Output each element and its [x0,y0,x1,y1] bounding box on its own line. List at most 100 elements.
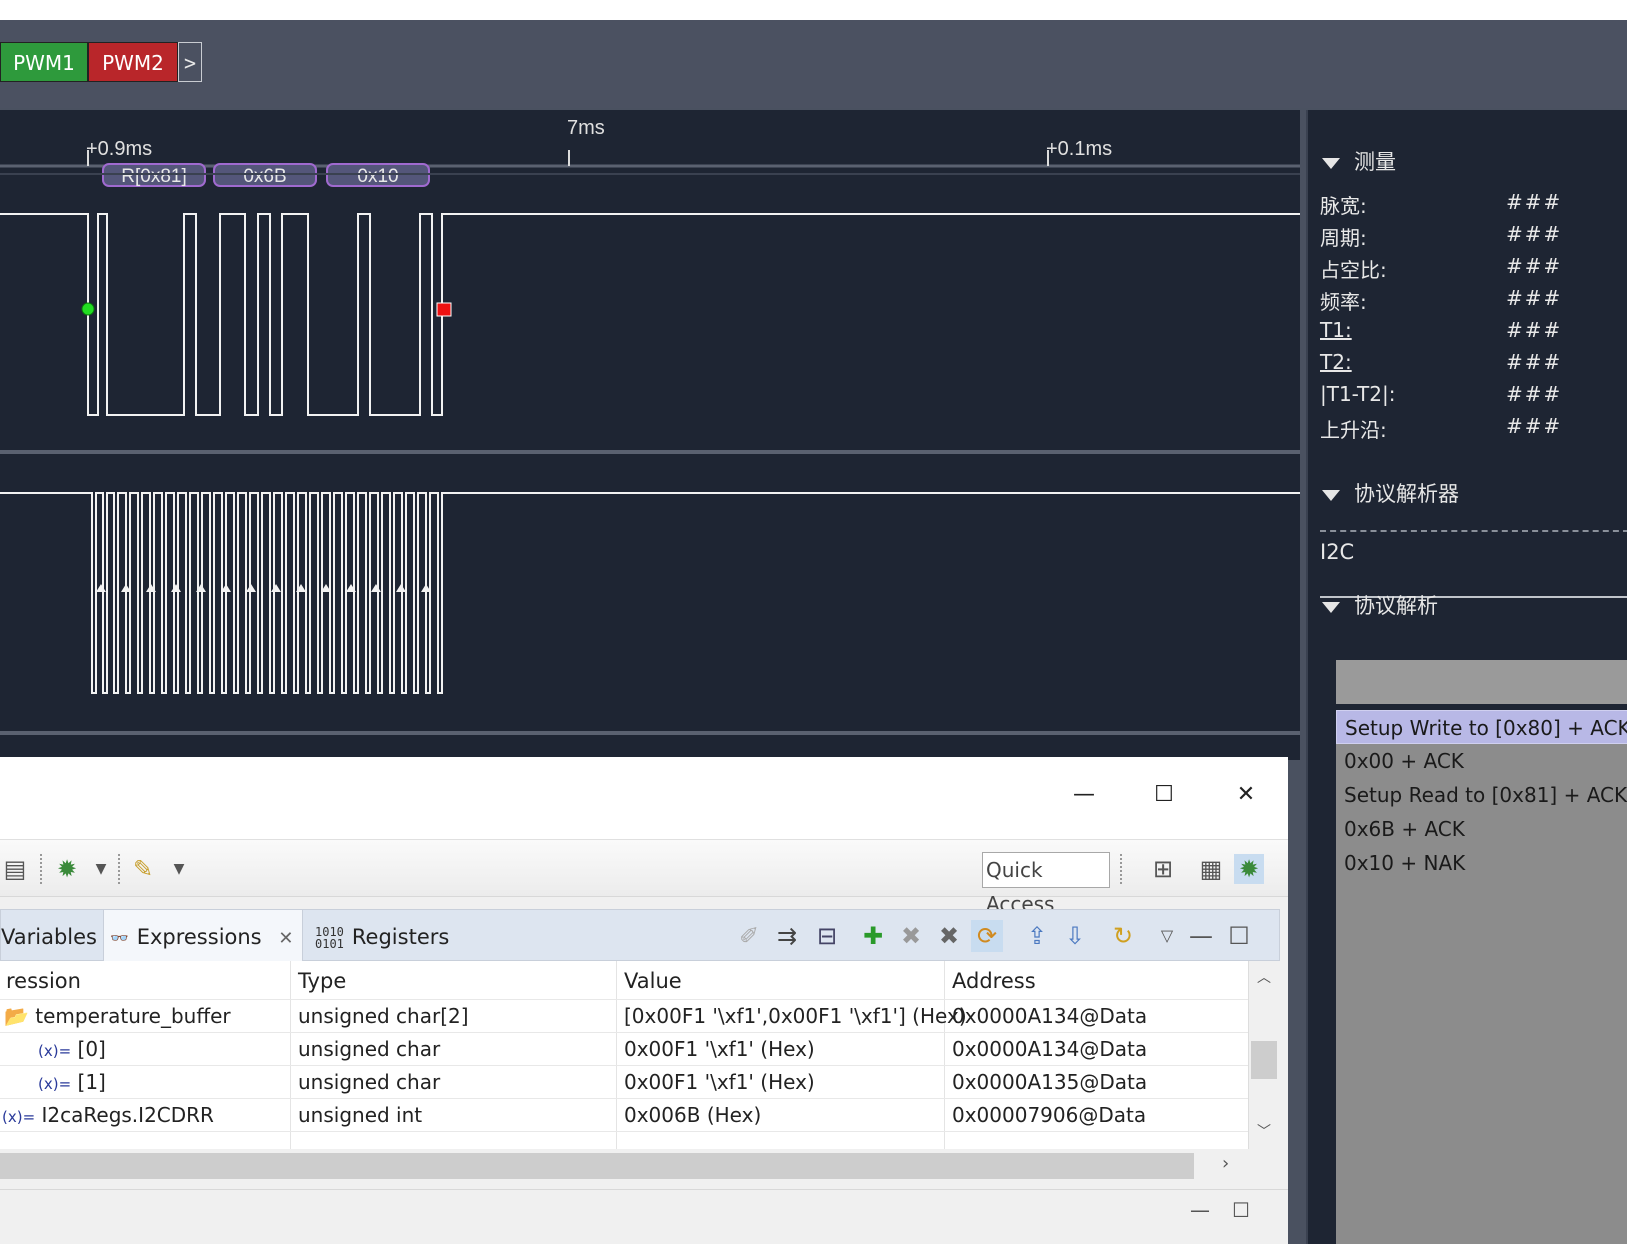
scroll-down-icon[interactable]: ﹀ [1257,1121,1271,1141]
continuous-refresh-icon[interactable]: ⟳ [971,920,1003,952]
collapse-all-icon[interactable]: ⊟ [811,920,843,952]
value-cell[interactable]: 0x00F1 '\xf1' (Hex) [618,1033,815,1065]
collapse-triangle-icon[interactable] [1322,489,1340,501]
dropdown-arrow-icon[interactable]: ▼ [86,854,116,884]
main-toolbar: ▤ ✹ ▼ ✎ ▼ Quick Access ⊞ ▦ ✹ [0,839,1288,916]
scroll-up-icon[interactable]: ︿ [1257,967,1271,987]
table-row[interactable]: (x)= I2caRegs.I2CDRR unsigned int 0x006B… [0,1098,1262,1130]
decode-label-3: 0x10 [357,166,398,187]
channel-bar [0,20,1627,108]
top-strip [0,0,1627,20]
scroll-right-icon[interactable]: › [1222,1153,1229,1174]
minimize-view-icon[interactable]: — [1185,920,1217,952]
horizontal-scroll-thumb[interactable] [0,1153,1194,1179]
expressions-table[interactable]: ression Type Value Address 📂 temperature… [0,961,1262,1149]
variable-icon: (x)= [2,1108,36,1126]
maximize-button[interactable]: ☐ [1144,779,1184,811]
ide-titlebar[interactable]: — ☐ ✕ [0,757,1288,839]
cursor-2-marker[interactable] [436,302,452,317]
ccs-debug-perspective-icon[interactable]: ✹ [1234,854,1264,884]
list-item[interactable]: 0x6B + ACK [1336,812,1627,846]
analysis-header[interactable]: 协议解析 [1322,590,1438,620]
table-row[interactable]: (x)= [1] unsigned char 0x00F1 '\xf1' (He… [0,1065,1262,1097]
debug-bug-icon[interactable]: ✹ [52,854,82,884]
close-button[interactable]: ✕ [1226,779,1266,811]
toolbar-separator [118,854,120,884]
list-item[interactable]: 0x10 + NAK [1336,846,1627,880]
value-cell[interactable]: [0x00F1 '\xf1',0x00F1 '\xf1'] (Hex) [618,1000,967,1032]
open-perspective-icon[interactable]: ⊞ [1148,854,1178,884]
waveform-canvas[interactable]: +0.9ms 7ms +0.1ms R[0x81] 0x6B 0x10 [0,110,1300,760]
list-item[interactable]: Setup Read to [0x81] + ACK [1336,778,1627,812]
tab-expressions[interactable]: 👓 Expressions ✕ [103,910,303,962]
channel-tab-pwm1[interactable]: PWM1 [0,42,88,82]
show-type-names-icon[interactable]: ⇉ [771,920,803,952]
refresh-icon[interactable]: ↻ [1107,920,1139,952]
analysis-filter-bar[interactable] [1336,660,1627,704]
measure-t2[interactable]: T2: ### [1320,350,1620,382]
struct-folder-icon: 📂 [4,1004,29,1028]
add-expression-icon[interactable]: ✚ [857,920,889,952]
table-row[interactable]: 📂 temperature_buffer unsigned char[2] [0… [0,999,1262,1031]
expression-cell: (x)= I2caRegs.I2CDRR [2,1103,214,1127]
view-tabs-bar: Variables 👓 Expressions ✕ 1010 0101 Regist… [0,909,1280,962]
ccs-edit-perspective-icon[interactable]: ▦ [1196,854,1226,884]
measure-duty: 占空比: ### [1320,254,1563,282]
cursor-1-marker[interactable] [81,302,95,316]
dropdown-arrow-icon[interactable]: ▼ [164,854,194,884]
minimize-view-icon[interactable]: — [1190,1198,1210,1222]
variable-icon: (x)= [38,1042,72,1060]
remove-all-icon[interactable]: ✖ [933,920,965,952]
time-label-right: +0.1ms [1046,138,1112,160]
ide-window: — ☐ ✕ ▤ ✹ ▼ ✎ ▼ Quick Access ⊞ ▦ ✹ Varia… [0,757,1288,1244]
measure-t1[interactable]: T1: ### [1320,318,1620,350]
decoder-name[interactable]: I2C [1320,540,1354,564]
type-cell: unsigned char[2] [298,1004,469,1028]
quick-access-input[interactable]: Quick Access [982,852,1110,916]
new-expression-icon[interactable]: ✐ [733,920,765,952]
minimize-button[interactable]: — [1064,779,1104,811]
remove-expression-icon[interactable]: ✖ [895,920,927,952]
maximize-view-icon[interactable]: ☐ [1223,920,1255,952]
decoder-header[interactable]: 协议解析器 [1322,478,1459,508]
horizontal-scrollbar[interactable]: › [0,1149,1280,1183]
bottom-view-strip: — ☐ [0,1189,1288,1244]
value-cell[interactable]: 0x00F1 '\xf1' (Hex) [618,1066,815,1098]
analysis-list[interactable]: Setup Write to [0x80] + ACK 0x00 + ACK S… [1336,710,1627,1244]
column-type[interactable]: Type [292,961,346,999]
measure-period: 周期: ### [1320,222,1563,250]
tab-registers[interactable]: 1010 0101 Registers [315,910,455,962]
channel-tab-pwm2[interactable]: PWM2 [88,42,178,82]
measure-pulse-width: 脉宽: ### [1320,190,1563,218]
address-cell: 0x0000A135@Data [952,1070,1148,1094]
close-tab-icon[interactable]: ✕ [278,928,293,949]
table-row[interactable]: (x)= [0] unsigned char 0x00F1 '\xf1' (He… [0,1032,1262,1064]
column-value[interactable]: Value [618,961,682,999]
measurement-header[interactable]: 测量 [1322,146,1396,176]
waveform-panel[interactable]: +0.9ms 7ms +0.1ms R[0x81] 0x6B 0x10 [0,110,1300,760]
vertical-scrollbar[interactable]: ︿ ﹀ [1248,961,1280,1149]
list-item[interactable]: Setup Write to [0x80] + ACK [1336,710,1627,744]
channel-more-button[interactable]: > [178,42,202,82]
expressions-glasses-icon: 👓 [110,929,129,947]
value-cell[interactable]: 0x006B (Hex) [618,1099,761,1131]
view-menu-icon[interactable]: ▽ [1151,920,1183,952]
vertical-scroll-thumb[interactable] [1251,1041,1277,1079]
collapse-triangle-icon[interactable] [1322,601,1340,613]
variable-icon: (x)= [38,1075,72,1093]
column-address[interactable]: Address [946,961,1036,999]
maximize-view-icon[interactable]: ☐ [1232,1198,1250,1222]
expression-cell: 📂 temperature_buffer [4,1004,231,1028]
tab-variables[interactable]: Variables [1,910,103,962]
column-expression[interactable]: ression [0,961,81,999]
export-icon[interactable]: ⇪ [1021,920,1053,952]
expression-cell: (x)= [0] [38,1037,106,1061]
address-cell: 0x00007906@Data [952,1103,1147,1127]
collapse-triangle-icon[interactable] [1322,157,1340,169]
flash-tool-icon[interactable]: ✎ [128,854,158,884]
decode-label-2: 0x6B [243,166,286,187]
table-row-partial[interactable] [0,1131,1262,1149]
console-icon[interactable]: ▤ [0,854,30,884]
list-item[interactable]: 0x00 + ACK [1336,744,1627,778]
import-icon[interactable]: ⇩ [1059,920,1091,952]
